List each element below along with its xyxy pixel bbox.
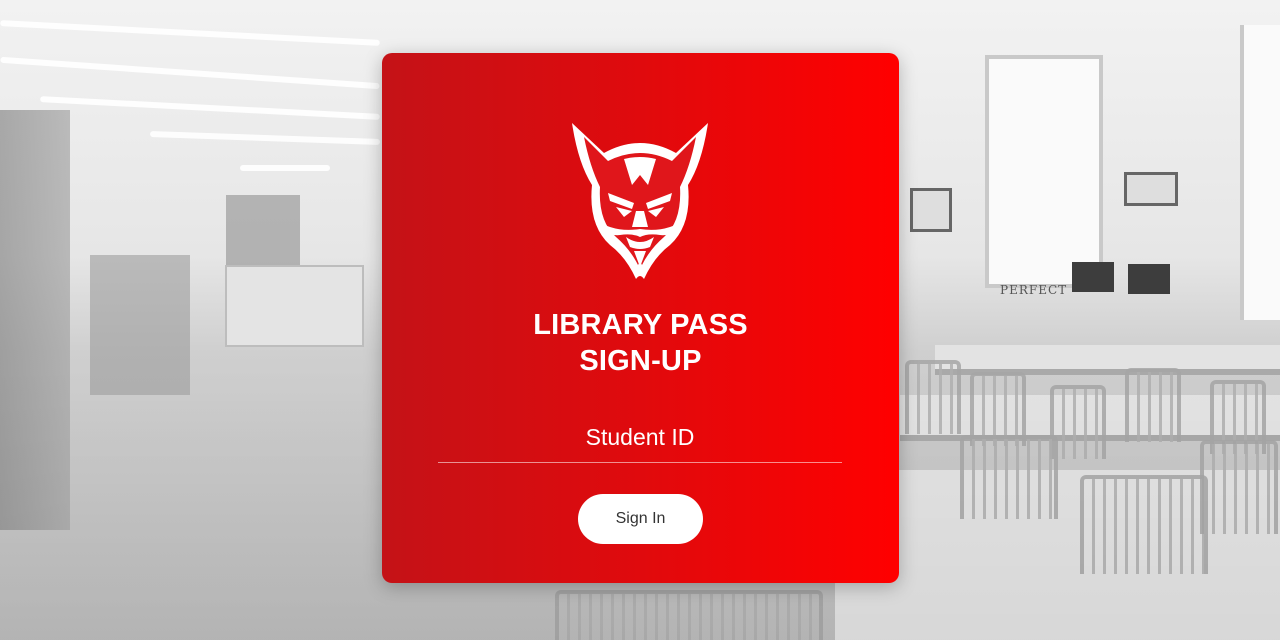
window xyxy=(1240,25,1280,320)
wall-sign: PERFECT xyxy=(1000,283,1068,297)
computer-monitor xyxy=(1072,262,1114,292)
title-line-1: LIBRARY PASS xyxy=(533,309,748,341)
ceiling-light xyxy=(0,20,380,46)
signup-card: LIBRARY PASS SIGN-UP Sign In xyxy=(382,53,899,583)
ceiling-light xyxy=(0,56,380,90)
title-line-2: SIGN-UP xyxy=(579,345,702,377)
page-title: LIBRARY PASS SIGN-UP xyxy=(382,307,899,379)
computer-monitor xyxy=(1128,264,1170,294)
ceiling-light xyxy=(40,96,380,120)
back-door xyxy=(226,195,300,265)
circulation-desk xyxy=(225,265,364,347)
wall-picture xyxy=(910,188,952,232)
devil-mascot-logo xyxy=(572,123,708,279)
wall-picture xyxy=(1124,172,1178,206)
student-id-input[interactable] xyxy=(438,418,842,456)
sign-in-button[interactable]: Sign In xyxy=(578,494,703,544)
student-id-field xyxy=(438,418,842,463)
ceiling-light xyxy=(240,165,330,171)
window xyxy=(985,55,1103,288)
ceiling-light xyxy=(149,130,381,146)
login-page: PERFECT LIBRARY PASS SIGN-UP Student ID … xyxy=(0,0,1280,640)
